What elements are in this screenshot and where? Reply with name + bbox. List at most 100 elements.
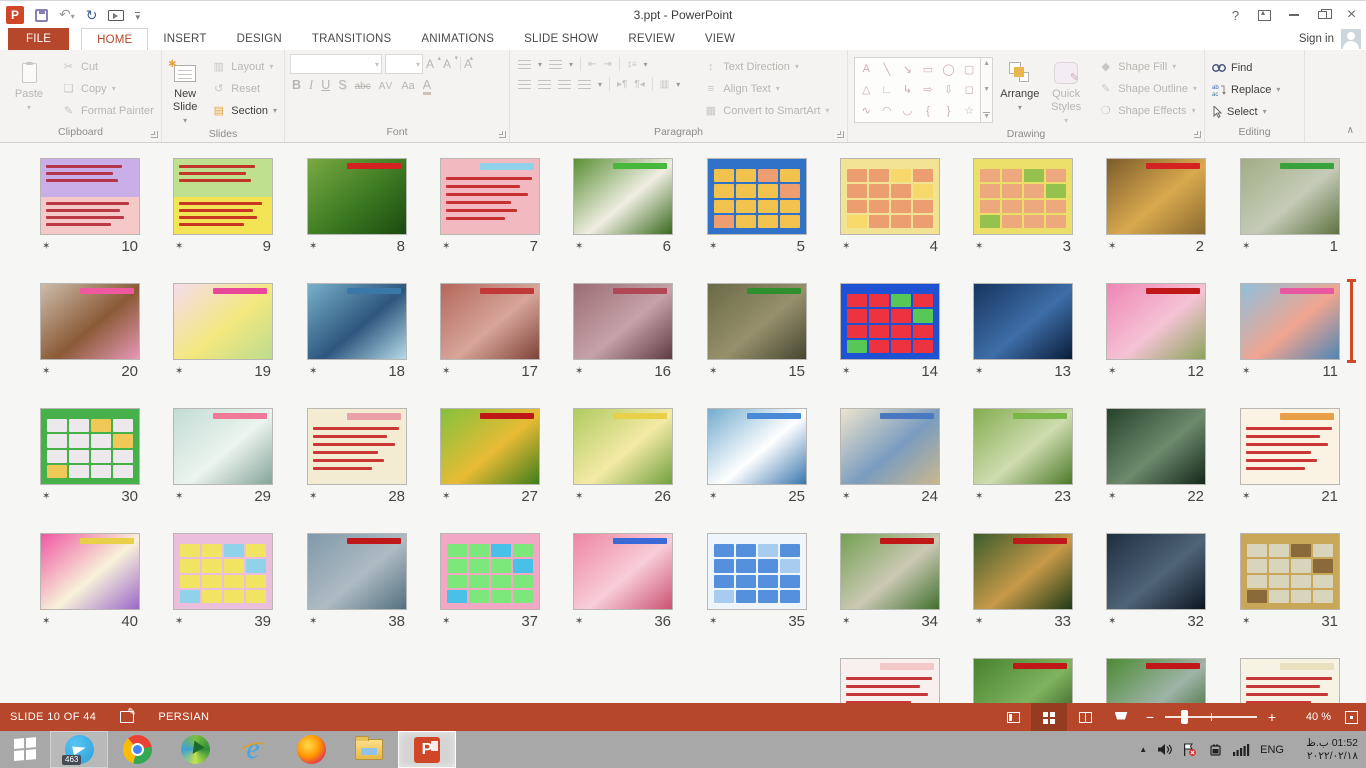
slide-thumbnail-36[interactable] <box>573 533 673 610</box>
slide-thumbnail-11[interactable] <box>1240 283 1340 360</box>
zoom-level[interactable]: 40 % <box>1289 711 1331 723</box>
slide-animation-star-26[interactable]: ✶ <box>575 491 583 502</box>
grow-font-button[interactable]: A <box>426 57 440 71</box>
save-icon[interactable] <box>35 9 48 22</box>
shape-text-box-icon[interactable]: A <box>863 63 870 75</box>
shrink-font-button[interactable]: A <box>443 57 457 71</box>
quick-styles-button[interactable]: Quick Styles▾ <box>1043 53 1089 127</box>
shape-snip-shape-icon[interactable]: ◻ <box>965 83 974 96</box>
new-slide-button[interactable]: New Slide▾ <box>164 53 206 127</box>
slide-thumbnail-19[interactable] <box>173 283 273 360</box>
text-direction-button[interactable]: ↕Text Direction▾ <box>700 58 832 75</box>
sign-in[interactable]: Sign in <box>1299 28 1361 50</box>
tab-home[interactable]: HOME <box>81 28 148 50</box>
slide-thumbnail-6[interactable] <box>573 158 673 235</box>
slide-thumbnail-18[interactable] <box>307 283 407 360</box>
slide-thumbnail-25[interactable] <box>707 408 807 485</box>
action-center-flag-icon[interactable] <box>1182 743 1197 757</box>
slide-animation-star-5[interactable]: ✶ <box>709 241 717 252</box>
slide-animation-star-21[interactable]: ✶ <box>1242 491 1250 502</box>
align-right-icon[interactable] <box>558 80 571 89</box>
undo-icon[interactable]: ↶▾ <box>59 0 75 31</box>
slide-animation-star-1[interactable]: ✶ <box>1242 241 1250 252</box>
shape-elbow-arrow-icon[interactable]: ↳ <box>903 83 912 96</box>
shape-right-arrow-icon[interactable]: ⇨ <box>923 83 932 96</box>
slide-animation-star-7[interactable]: ✶ <box>442 241 450 252</box>
slide-thumbnail-20[interactable] <box>40 283 140 360</box>
align-text-button[interactable]: ≡Align Text▾ <box>700 80 832 97</box>
slide-thumbnail-35[interactable] <box>707 533 807 610</box>
columns-icon[interactable]: ▥ <box>660 79 669 90</box>
slide-animation-star-8[interactable]: ✶ <box>309 241 317 252</box>
customize-qat-icon[interactable]: ▾ <box>135 12 140 21</box>
shape-triangle-icon[interactable]: △ <box>862 83 870 96</box>
slide-animation-star-30[interactable]: ✶ <box>42 491 50 502</box>
slide-animation-star-12[interactable]: ✶ <box>1108 366 1116 377</box>
spellcheck-icon[interactable] <box>120 711 134 723</box>
zoom-slider[interactable] <box>1165 716 1257 718</box>
shape-oval-icon[interactable]: ◯ <box>942 63 954 76</box>
slide-animation-star-40[interactable]: ✶ <box>42 616 50 627</box>
slide-animation-star-15[interactable]: ✶ <box>709 366 717 377</box>
slide-thumbnail-42[interactable] <box>1106 658 1206 703</box>
shape-right-brace-icon[interactable]: } <box>947 105 951 117</box>
slide-animation-star-3[interactable]: ✶ <box>975 241 983 252</box>
slide-thumbnail-29[interactable] <box>173 408 273 485</box>
section-button[interactable]: ▤Section▾ <box>208 102 280 119</box>
redo-icon[interactable]: ↻ <box>86 1 98 29</box>
tab-transitions[interactable]: TRANSITIONS <box>297 28 407 50</box>
slide-thumbnail-34[interactable] <box>840 533 940 610</box>
taskbar-firefox-icon[interactable] <box>282 731 340 768</box>
font-size-combo[interactable]: ▾ <box>385 54 423 74</box>
slide-thumbnail-23[interactable] <box>973 408 1073 485</box>
volume-icon[interactable] <box>1157 743 1172 756</box>
shape-down-arrow-icon[interactable]: ⇩ <box>944 83 953 96</box>
slide-animation-star-19[interactable]: ✶ <box>175 366 183 377</box>
hidden-icons-arrow[interactable]: ▲ <box>1139 745 1147 754</box>
tab-insert[interactable]: INSERT <box>148 28 221 50</box>
slide-thumbnail-7[interactable] <box>440 158 540 235</box>
taskbar-explorer-icon[interactable] <box>340 731 398 768</box>
language-bar[interactable]: ENG <box>1260 744 1284 756</box>
slide-thumbnail-28[interactable] <box>307 408 407 485</box>
slide-animation-star-28[interactable]: ✶ <box>309 491 317 502</box>
numbering-icon[interactable] <box>549 60 562 69</box>
slide-animation-star-39[interactable]: ✶ <box>175 616 183 627</box>
powerpoint-app-icon[interactable]: P <box>6 6 24 24</box>
replace-button[interactable]: abac Replace▾ <box>1209 81 1283 98</box>
shape-left-brace-icon[interactable]: { <box>926 105 930 117</box>
character-spacing-button[interactable]: AV <box>379 81 394 92</box>
slide-animation-star-25[interactable]: ✶ <box>709 491 717 502</box>
shape-fill-button[interactable]: ◆Shape Fill▾ <box>1095 58 1200 75</box>
restore-button[interactable] <box>1308 1 1337 29</box>
slide-animation-star-34[interactable]: ✶ <box>842 616 850 627</box>
slide-animation-star-29[interactable]: ✶ <box>175 491 183 502</box>
close-button[interactable]: × <box>1337 1 1366 29</box>
shape-arrow-icon[interactable]: ↘ <box>903 63 912 76</box>
slide-thumbnail-37[interactable] <box>440 533 540 610</box>
ribbon-display-options-icon[interactable] <box>1250 1 1279 29</box>
slide-thumbnail-39[interactable] <box>173 533 273 610</box>
taskbar-ie-icon[interactable]: e <box>224 731 282 768</box>
shape-line-icon[interactable]: ╲ <box>884 63 891 76</box>
slide-animation-star-20[interactable]: ✶ <box>42 366 50 377</box>
cut-button[interactable]: ✂Cut <box>58 58 157 75</box>
shape-rounded-rectangle-icon[interactable]: ▢ <box>964 63 974 76</box>
slide-thumbnail-43[interactable] <box>973 658 1073 703</box>
shape-outline-button[interactable]: ✎Shape Outline▾ <box>1095 80 1200 97</box>
ltr-direction-icon[interactable]: ▸¶ <box>617 79 627 90</box>
slide-animation-star-11[interactable]: ✶ <box>1242 366 1250 377</box>
slide-thumbnail-1[interactable] <box>1240 158 1340 235</box>
decrease-indent-icon[interactable]: ⇤ <box>588 59 596 70</box>
slide-thumbnail-13[interactable] <box>973 283 1073 360</box>
align-center-icon[interactable] <box>538 80 551 89</box>
tab-file[interactable]: FILE <box>8 28 69 50</box>
zoom-out-button[interactable]: − <box>1139 709 1161 725</box>
bullets-icon[interactable] <box>518 60 531 69</box>
text-shadow-button[interactable]: S <box>338 78 346 92</box>
slide-thumbnail-32[interactable] <box>1106 533 1206 610</box>
slide-thumbnail-4[interactable] <box>840 158 940 235</box>
slide-animation-star-2[interactable]: ✶ <box>1108 241 1116 252</box>
shape-curve-icon[interactable]: ◡ <box>903 104 913 117</box>
shapes-gallery-scroll[interactable]: ▲▼▼ <box>981 57 992 123</box>
